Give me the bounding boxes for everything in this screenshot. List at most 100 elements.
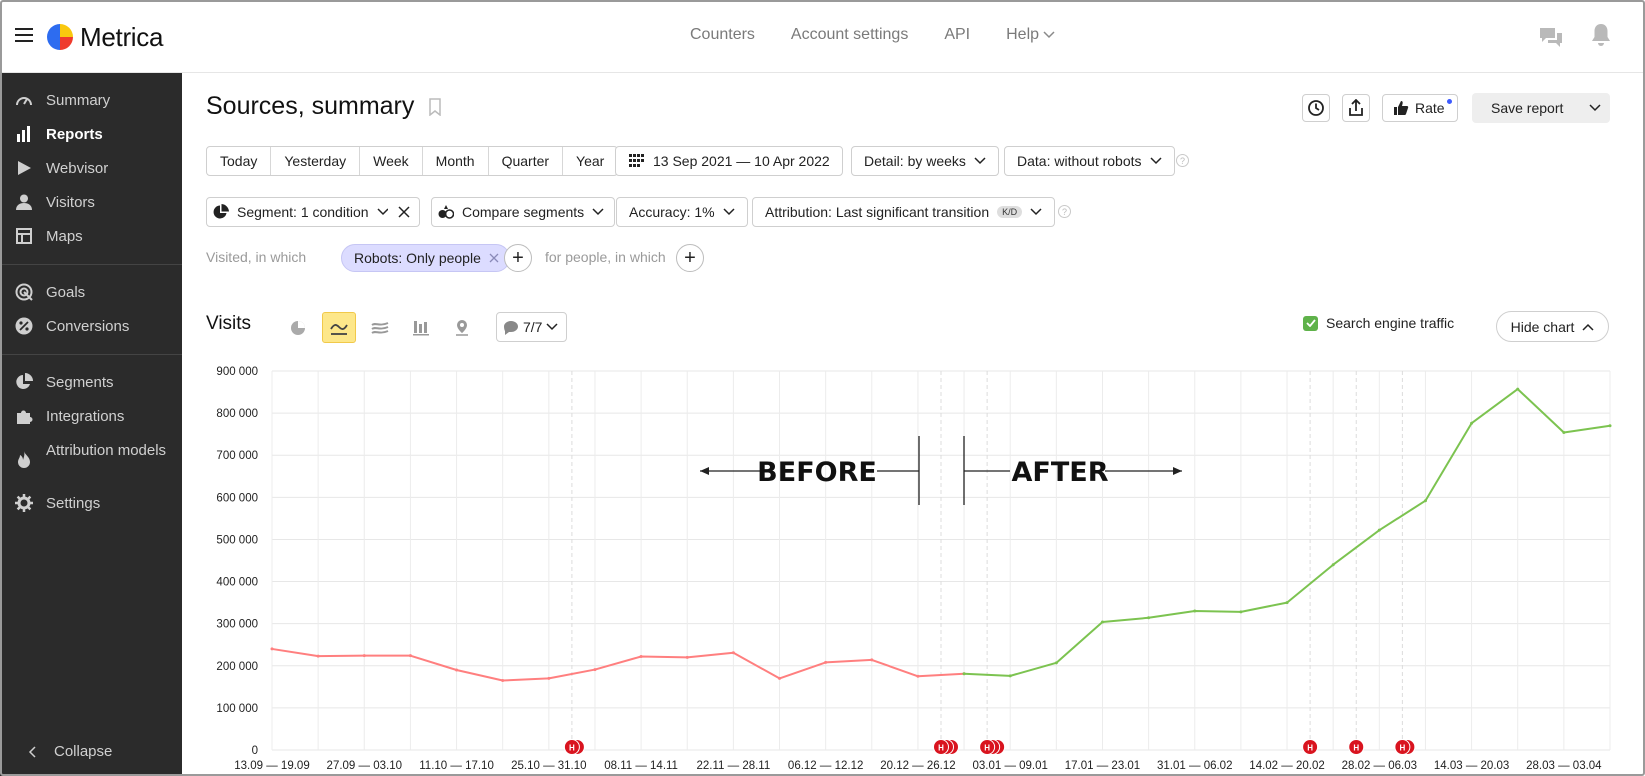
rate-button[interactable]: Rate <box>1382 94 1458 122</box>
event-marker-label: H <box>1399 744 1405 753</box>
gear-icon <box>14 493 34 513</box>
data-point <box>1285 601 1289 605</box>
history-button[interactable] <box>1302 94 1330 122</box>
sidebar-item-attribution-models[interactable]: Attribution models <box>14 440 174 470</box>
nav-help[interactable]: Help <box>1006 26 1055 44</box>
help-icon[interactable]: ? <box>1058 205 1071 218</box>
map-chart-type-button[interactable] <box>445 312 479 343</box>
nav-api[interactable]: API <box>944 26 970 44</box>
attribution-select[interactable]: Attribution: Last significant transition… <box>752 197 1056 227</box>
metric-title: Visits <box>206 313 252 334</box>
chevron-down-icon <box>723 208 735 216</box>
data-point <box>731 651 735 655</box>
data-point <box>455 668 459 672</box>
y-tick-label: 0 <box>252 745 258 757</box>
data-point <box>1008 674 1012 678</box>
collapse-button[interactable]: Collapse <box>28 743 112 760</box>
accuracy-select[interactable]: Accuracy: 1% <box>616 197 748 227</box>
period-year[interactable]: Year <box>563 147 617 175</box>
segment-select[interactable]: Segment: 1 condition <box>206 197 400 227</box>
sidebar: Summary Reports Webvisor Visitors Maps G… <box>0 73 182 776</box>
sidebar-item-label: Reports <box>46 126 103 143</box>
play-icon <box>14 158 34 178</box>
sidebar-item-label: Integrations <box>46 408 125 425</box>
detail-select[interactable]: Detail: by weeks <box>851 146 999 176</box>
export-button[interactable] <box>1342 94 1370 122</box>
menu-icon[interactable] <box>15 28 33 42</box>
x-tick-label: 06.12 — 12.12 <box>788 760 863 772</box>
filter-prefix: Visited, in which <box>206 249 307 265</box>
hide-chart-button[interactable]: Hide chart <box>1496 311 1609 342</box>
nav-help-label: Help <box>1006 26 1040 43</box>
pie-icon <box>14 372 34 392</box>
help-icon[interactable]: ? <box>1176 154 1189 167</box>
puzzle-icon <box>14 406 34 426</box>
chevron-up-icon <box>1582 323 1594 331</box>
sidebar-item-goals[interactable]: Goals <box>14 282 85 303</box>
period-week[interactable]: Week <box>360 147 423 175</box>
x-tick-label: 31.01 — 06.02 <box>1157 760 1232 772</box>
data-point <box>916 674 920 678</box>
sidebar-item-integrations[interactable]: Integrations <box>14 406 124 427</box>
compare-segments-select[interactable]: Compare segments <box>431 197 616 227</box>
pie-chart-type-button[interactable] <box>281 312 315 343</box>
data-point <box>316 654 320 658</box>
collapse-label: Collapse <box>54 743 113 760</box>
filter-chip[interactable]: Robots: Only people <box>341 244 510 272</box>
add-people-condition-button[interactable]: + <box>676 244 704 272</box>
period-yesterday[interactable]: Yesterday <box>271 147 361 175</box>
data-point <box>1331 563 1335 567</box>
data-point <box>639 655 643 659</box>
sidebar-item-label: Summary <box>46 92 111 109</box>
line-chart-type-button[interactable] <box>322 312 356 343</box>
annotation-before: BEFORE <box>757 457 877 488</box>
bar-chart-type-button[interactable] <box>404 312 438 343</box>
chat-icon[interactable] <box>1538 25 1564 49</box>
sidebar-item-summary[interactable]: Summary <box>14 90 110 111</box>
series-count-button[interactable]: 7/7 <box>496 312 568 342</box>
period-today[interactable]: Today <box>207 147 272 175</box>
search-engine-traffic-checkbox[interactable]: Search engine traffic <box>1303 315 1454 331</box>
area-chart-type-button[interactable] <box>363 312 397 343</box>
period-quarter[interactable]: Quarter <box>489 147 564 175</box>
bookmark-icon[interactable] <box>428 97 442 116</box>
sidebar-item-reports[interactable]: Reports <box>14 124 103 145</box>
data-point <box>824 660 828 664</box>
sidebar-item-conversions[interactable]: Conversions <box>14 316 129 337</box>
sidebar-item-label: Attribution models <box>46 442 167 459</box>
nav-counters[interactable]: Counters <box>690 26 755 44</box>
close-icon[interactable] <box>489 253 499 263</box>
calendar-icon <box>629 154 644 167</box>
bell-icon[interactable] <box>1590 22 1612 48</box>
chevron-down-icon <box>1030 208 1042 216</box>
save-options-dropdown[interactable] <box>1580 104 1610 112</box>
notification-dot <box>1445 98 1453 105</box>
compare-segments-label: Compare segments <box>462 204 585 220</box>
sidebar-item-settings[interactable]: Settings <box>14 493 100 514</box>
line-chart-icon <box>330 323 348 335</box>
data-point <box>501 679 505 683</box>
pie-chart-icon <box>291 320 305 335</box>
checkbox-checked <box>1303 315 1318 331</box>
detail-label: Detail: by weeks <box>864 153 966 169</box>
y-tick-label: 300 000 <box>216 619 258 631</box>
y-tick-label: 400 000 <box>216 577 258 589</box>
map-pin-icon <box>456 319 468 336</box>
sidebar-item-visitors[interactable]: Visitors <box>14 192 95 213</box>
flame-icon <box>14 450 34 470</box>
add-visit-condition-button[interactable]: + <box>504 244 532 272</box>
top-header: Metrica Counters Account settings API He… <box>0 0 1645 73</box>
period-month[interactable]: Month <box>423 147 489 175</box>
nav-account-settings[interactable]: Account settings <box>791 26 908 44</box>
report-title: Sources, summary <box>206 92 415 120</box>
data-point <box>1054 661 1058 665</box>
robots-filter-select[interactable]: Data: without robots <box>1004 146 1175 176</box>
chevron-down-icon <box>377 208 389 216</box>
clear-segment-button[interactable] <box>388 197 420 227</box>
sidebar-item-label: Settings <box>46 495 101 512</box>
date-range-picker[interactable]: 13 Sep 2021 — 10 Apr 2022 <box>615 146 843 176</box>
sidebar-item-maps[interactable]: Maps <box>14 226 83 247</box>
save-report-button[interactable]: Save report <box>1472 93 1610 123</box>
sidebar-item-segments[interactable]: Segments <box>14 372 114 393</box>
sidebar-item-webvisor[interactable]: Webvisor <box>14 158 108 179</box>
